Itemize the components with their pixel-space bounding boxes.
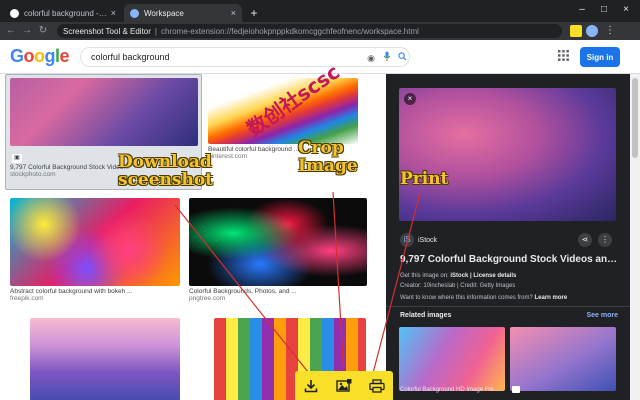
arrow-download	[174, 204, 313, 378]
screenshot-toolbar	[295, 371, 393, 400]
arrow-print	[371, 192, 421, 378]
crop-image-icon[interactable]	[333, 375, 355, 397]
download-icon[interactable]	[300, 375, 322, 397]
arrow-crop	[332, 191, 345, 378]
callout-arrows	[174, 191, 421, 378]
printer-icon[interactable]	[366, 375, 388, 397]
